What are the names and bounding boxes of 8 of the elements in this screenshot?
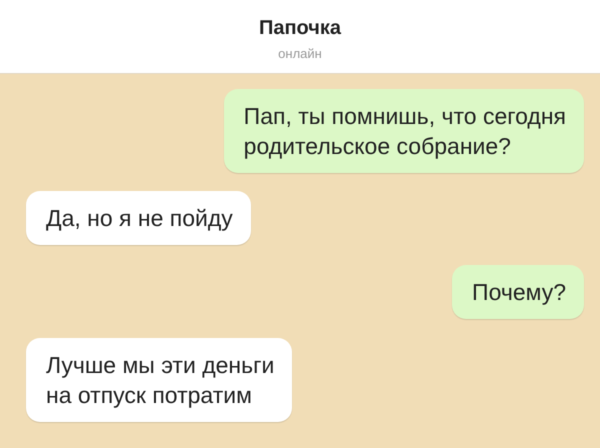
contact-name: Папочка [258,16,342,40]
message-text: Да, но я не пойду [46,204,233,233]
message-text: на отпуск потратим [46,381,253,410]
message-text: родительское собрание? [244,132,512,161]
message-text: Лучше мы эти деньги [46,351,274,380]
contact-status: онлайн [278,46,322,60]
message-text: Пап, ты помнишь, что сегодня [244,102,566,131]
message-text: Почему? [472,278,566,307]
